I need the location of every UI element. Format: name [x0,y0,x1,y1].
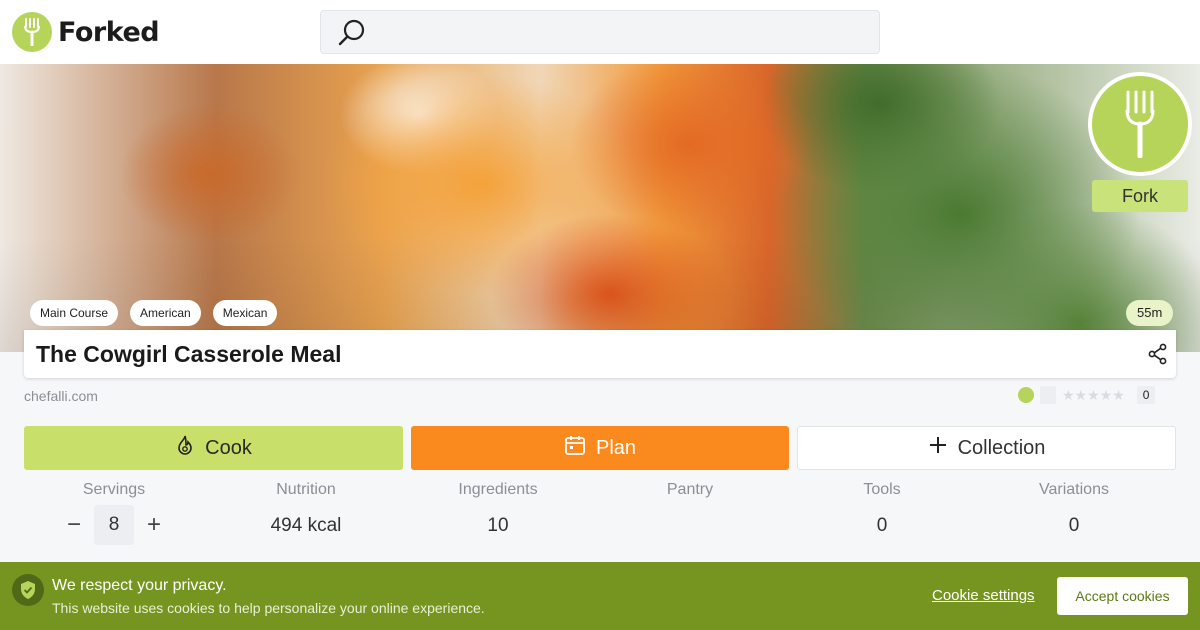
servings-stat: Servings − 8 + [18,480,210,545]
plan-button[interactable]: Plan [411,426,789,470]
title-bar: The Cowgirl Casserole Meal [24,330,1176,378]
leaf-icon [1018,387,1034,403]
decrease-servings-button[interactable]: − [54,505,94,545]
fork-button[interactable]: Fork [1092,180,1188,212]
tools-value: 0 [876,515,888,536]
pantry-value [594,515,786,537]
tag-mexican[interactable]: Mexican [212,300,278,326]
ingredients-label: Ingredients [458,481,538,498]
collection-label: Collection [957,436,1046,459]
search-icon [337,19,367,52]
cookie-settings-link[interactable]: Cookie settings [932,587,1035,604]
recipe-title: The Cowgirl Casserole Meal [36,341,342,367]
cookie-text: This website uses cookies to help person… [52,600,485,616]
fork-logo-icon [12,12,52,52]
ingredients-value: 10 [487,515,509,536]
pantry-label: Pantry [666,481,714,498]
tools-stat[interactable]: Tools 0 [786,480,978,537]
recipe-source-link[interactable]: chefalli.com [24,388,98,404]
cookie-title: We respect your privacy. [52,577,227,594]
increase-servings-button[interactable]: + [134,505,174,545]
nutrition-stat[interactable]: Nutrition 494 kcal [210,480,402,537]
servings-value[interactable]: 8 [94,505,134,545]
cook-button[interactable]: Cook [24,426,403,470]
rating-row: ★★★★★ 0 [1018,386,1156,404]
collection-button[interactable]: Collection [797,426,1176,470]
nutrition-value: 494 kcal [270,515,342,536]
plus-icon [928,435,948,461]
ingredients-stat[interactable]: Ingredients 10 [402,480,594,537]
flame-icon [175,434,195,462]
rating-count: 0 [1136,386,1156,404]
tag-main-course[interactable]: Main Course [30,300,119,326]
shield-check-icon [12,574,44,606]
fork-badge-icon[interactable] [1088,72,1192,176]
variations-label: Variations [1039,481,1109,498]
search-input[interactable] [320,10,880,54]
tools-label: Tools [863,481,901,498]
share-icon[interactable] [1148,343,1168,370]
accept-cookies-button[interactable]: Accept cookies [1057,577,1188,615]
cook-label: Cook [205,436,252,459]
plan-label: Plan [595,436,637,459]
calendar-icon [564,434,586,462]
variations-value: 0 [1068,515,1080,536]
cook-time-badge: 55m [1126,300,1174,326]
logo[interactable]: Forked [12,12,160,52]
tag-american[interactable]: American [130,300,201,326]
servings-stepper: − 8 + [18,505,210,545]
rating-placeholder [1040,386,1056,404]
cookie-banner: We respect your privacy. This website us… [0,562,1200,630]
pantry-stat[interactable]: Pantry [594,480,786,537]
tag-list: Main Course American Mexican [30,300,278,326]
top-header: Forked [0,0,1200,64]
logo-text: Forked [58,16,160,48]
star-rating[interactable]: ★★★★★ [1062,387,1125,404]
nutrition-label: Nutrition [276,481,336,498]
servings-label: Servings [82,481,146,498]
variations-stat[interactable]: Variations 0 [978,480,1170,537]
